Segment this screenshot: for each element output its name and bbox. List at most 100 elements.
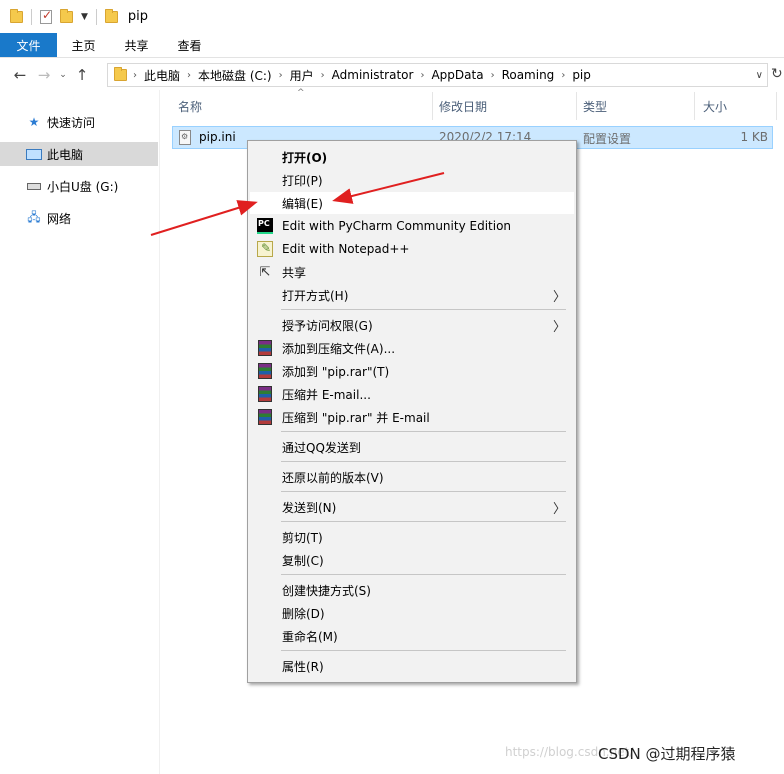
title-bar: ▼ pip	[0, 0, 784, 33]
menu-item-open[interactable]: 打开(O)	[250, 146, 574, 168]
tab-share[interactable]: 共享	[110, 33, 163, 57]
folder-icon	[114, 67, 127, 81]
ribbon-tabs: 文件 主页 共享 查看	[0, 33, 784, 58]
divider	[31, 8, 32, 25]
menu-item-create-shortcut[interactable]: 创建快捷方式(S)	[250, 579, 574, 601]
menu-item-label: 通过QQ发送到	[282, 440, 361, 455]
breadcrumb-local-disk[interactable]: 本地磁盘 (C:)	[198, 67, 272, 84]
forward-arrow-icon[interactable]: →	[32, 66, 56, 84]
column-header-name[interactable]: 名称	[172, 92, 433, 120]
column-header-type[interactable]: 类型	[577, 92, 695, 120]
chevron-right-icon[interactable]: ›	[133, 70, 137, 81]
menu-item-label: 删除(D)	[282, 606, 325, 621]
refresh-icon[interactable]: ↻	[771, 66, 783, 82]
chevron-right-icon[interactable]: ›	[187, 70, 191, 81]
usb-drive-icon	[26, 179, 42, 193]
sidebar-item-label: 快速访问	[47, 115, 96, 130]
menu-item-properties[interactable]: 属性(R)	[250, 655, 574, 677]
quick-access-dropdown-icon[interactable]: ▼	[81, 12, 88, 22]
sidebar-item-label: 网络	[47, 211, 72, 226]
sidebar-item-this-pc[interactable]: 此电脑	[0, 142, 158, 166]
column-header-modified[interactable]: 修改日期	[433, 92, 577, 120]
pycharm-icon: PC	[257, 218, 273, 234]
menu-item-label: 压缩到 "pip.rar" 并 E-mail	[282, 410, 430, 425]
menu-item-add-to-rar[interactable]: 添加到 "pip.rar"(T)	[250, 360, 574, 382]
chevron-right-icon[interactable]: ›	[279, 70, 283, 81]
breadcrumb-administrator[interactable]: Administrator	[332, 68, 414, 82]
column-header-size[interactable]: 大小	[697, 92, 777, 120]
winrar-icon	[258, 386, 272, 402]
menu-item-send-to[interactable]: 发送到(N) 〉	[250, 496, 574, 518]
address-bar[interactable]: › 此电脑 › 本地磁盘 (C:) › 用户 › Administrator ›…	[107, 63, 768, 87]
menu-separator	[281, 574, 566, 575]
sidebar-item-usb-drive[interactable]: 小白U盘 (G:)	[0, 174, 158, 198]
menu-item-print[interactable]: 打印(P)	[250, 169, 574, 191]
menu-item-send-qq[interactable]: 通过QQ发送到	[250, 436, 574, 458]
winrar-icon	[258, 409, 272, 425]
menu-item-label: 授予访问权限(G)	[282, 318, 373, 333]
tab-view[interactable]: 查看	[163, 33, 216, 57]
sidebar-item-network[interactable]: 🖧 网络	[0, 206, 158, 230]
menu-item-label: 添加到 "pip.rar"(T)	[282, 364, 390, 379]
menu-item-delete[interactable]: 删除(D)	[250, 602, 574, 624]
menu-item-label: 发送到(N)	[282, 500, 337, 515]
star-icon: ★	[28, 115, 40, 129]
chevron-right-icon[interactable]: ›	[321, 70, 325, 81]
menu-item-label: 属性(R)	[282, 659, 324, 674]
menu-item-label: 打开方式(H)	[282, 288, 349, 303]
submenu-chevron-icon: 〉	[552, 290, 566, 305]
sidebar-item-quick-access[interactable]: ★ 快速访问	[0, 110, 158, 134]
divider	[95, 8, 97, 25]
chevron-right-icon[interactable]: ›	[491, 70, 495, 81]
file-name: pip.ini	[199, 130, 236, 144]
breadcrumb-appdata[interactable]: AppData	[431, 68, 483, 82]
computer-icon	[26, 147, 42, 161]
menu-item-copy[interactable]: 复制(C)	[250, 549, 574, 571]
menu-item-edit[interactable]: 编辑(E)	[250, 192, 574, 214]
recent-locations-chevron-icon[interactable]: ⌄	[56, 70, 70, 80]
menu-item-open-with[interactable]: 打开方式(H) 〉	[250, 284, 574, 306]
sidebar-item-label: 此电脑	[47, 147, 84, 162]
navigation-pane: ★ 快速访问 此电脑 小白U盘 (G:) 🖧 网络	[0, 90, 160, 774]
address-dropdown-icon[interactable]: ∨	[756, 70, 763, 81]
submenu-chevron-icon: 〉	[552, 502, 566, 517]
breadcrumb-roaming[interactable]: Roaming	[502, 68, 555, 82]
breadcrumb-pip[interactable]: pip	[572, 68, 591, 82]
up-arrow-icon[interactable]: ↑	[70, 66, 94, 84]
back-arrow-icon[interactable]: ←	[8, 66, 32, 84]
menu-item-restore-versions[interactable]: 还原以前的版本(V)	[250, 466, 574, 488]
menu-item-rename[interactable]: 重命名(M)	[250, 625, 574, 647]
menu-item-cut[interactable]: 剪切(T)	[250, 526, 574, 548]
menu-item-compress-email[interactable]: 压缩并 E-mail...	[250, 383, 574, 405]
tab-file[interactable]: 文件	[0, 33, 57, 57]
share-icon: ⇱	[259, 264, 271, 280]
winrar-icon	[258, 340, 272, 356]
annotation-arrow-left	[150, 200, 258, 236]
menu-item-share[interactable]: ⇱ 共享	[250, 261, 574, 283]
breadcrumb-users[interactable]: 用户	[290, 67, 314, 84]
ini-file-icon	[179, 130, 191, 145]
menu-item-label: Edit with PyCharm Community Edition	[282, 219, 512, 233]
menu-separator	[281, 461, 566, 462]
menu-item-compress-rar-email[interactable]: 压缩到 "pip.rar" 并 E-mail	[250, 406, 574, 428]
menu-separator	[281, 309, 566, 310]
sidebar-item-label: 小白U盘 (G:)	[47, 179, 119, 194]
menu-item-label: 打开(O)	[282, 150, 328, 165]
folder-icon[interactable]	[10, 8, 23, 23]
properties-check-icon[interactable]	[40, 8, 52, 24]
menu-item-grant-access[interactable]: 授予访问权限(G) 〉	[250, 314, 574, 336]
chevron-right-icon[interactable]: ›	[561, 70, 565, 81]
chevron-right-icon[interactable]: ›	[420, 70, 424, 81]
menu-separator	[281, 650, 566, 651]
menu-item-label: 打印(P)	[282, 173, 323, 188]
submenu-chevron-icon: 〉	[552, 320, 566, 335]
menu-item-label: Edit with Notepad++	[282, 242, 410, 256]
new-folder-icon[interactable]	[60, 8, 73, 23]
menu-item-edit-notepadpp[interactable]: Edit with Notepad++	[250, 238, 574, 260]
menu-item-edit-pycharm[interactable]: PC Edit with PyCharm Community Edition	[250, 215, 574, 237]
watermark: CSDN @过期程序猿	[598, 745, 736, 763]
menu-item-add-to-archive[interactable]: 添加到压缩文件(A)...	[250, 337, 574, 359]
context-menu: 打开(O) 打印(P) 编辑(E) PC Edit with PyCharm C…	[247, 140, 577, 683]
tab-home[interactable]: 主页	[57, 33, 110, 57]
breadcrumb-this-pc[interactable]: 此电脑	[144, 67, 180, 84]
